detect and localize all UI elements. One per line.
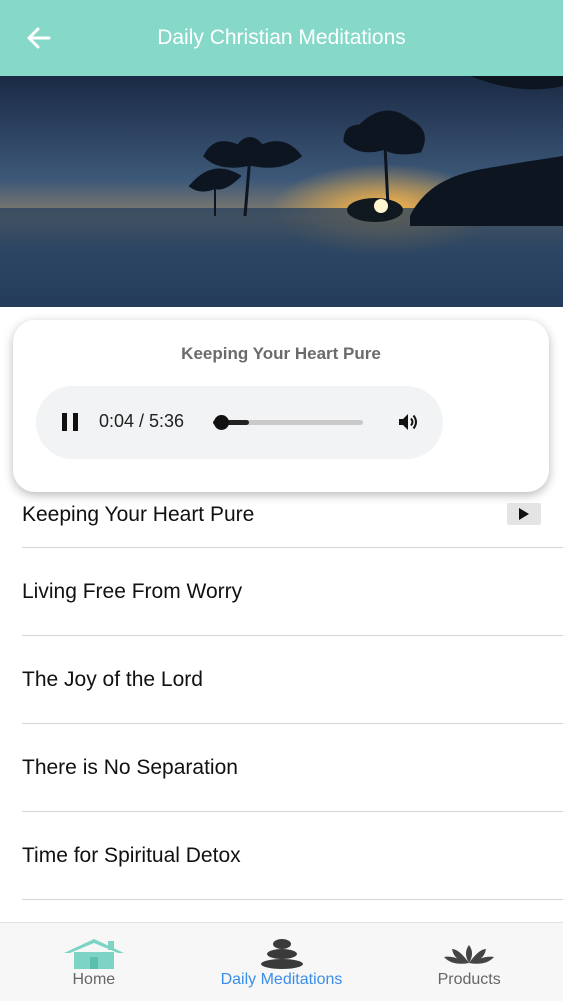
nav-meditations-label: Daily Meditations bbox=[220, 971, 343, 988]
audio-controls: 0:04 / 5:36 bbox=[36, 386, 443, 459]
play-button[interactable] bbox=[507, 503, 541, 525]
audio-player-card: Keeping Your Heart Pure 0:04 / 5:36 bbox=[13, 320, 549, 492]
nav-home-label: Home bbox=[72, 971, 116, 988]
pause-icon bbox=[62, 413, 67, 431]
meditation-title: Living Free From Worry bbox=[22, 579, 243, 603]
nav-home[interactable]: Home bbox=[0, 923, 188, 1001]
meditation-title: There is No Separation bbox=[22, 755, 238, 779]
pause-icon-bar bbox=[73, 413, 78, 431]
bottom-navigation: Home Daily Meditations Products bbox=[0, 922, 563, 1001]
player-title: Keeping Your Heart Pure bbox=[181, 344, 381, 363]
hero-image bbox=[0, 76, 563, 307]
nav-products-label: Products bbox=[437, 971, 501, 988]
meditation-title: Time for Spiritual Detox bbox=[22, 843, 241, 867]
app-header: Daily Christian Meditations bbox=[0, 0, 563, 76]
seek-thumb[interactable] bbox=[213, 415, 229, 430]
meditation-stones-icon bbox=[259, 935, 305, 969]
meditation-title: The Joy of the Lord bbox=[22, 667, 203, 691]
meditation-list: Keeping Your Heart Pure Living Free From… bbox=[0, 490, 563, 900]
list-item[interactable]: Time for Spiritual Detox bbox=[22, 812, 563, 900]
volume-icon bbox=[399, 414, 417, 430]
list-item[interactable]: Keeping Your Heart Pure bbox=[22, 490, 563, 548]
list-item[interactable]: Living Free From Worry bbox=[22, 548, 563, 636]
seek-slider[interactable] bbox=[213, 415, 363, 430]
arrow-left-icon bbox=[27, 27, 51, 49]
back-button[interactable] bbox=[22, 20, 56, 56]
list-item[interactable]: There is No Separation bbox=[22, 724, 563, 812]
pause-button[interactable] bbox=[62, 413, 78, 431]
playback-time: 0:04 / 5:36 bbox=[99, 411, 185, 431]
list-item[interactable]: The Joy of the Lord bbox=[22, 636, 563, 724]
lotus-icon bbox=[442, 935, 496, 969]
house-icon bbox=[62, 935, 126, 969]
volume-button[interactable] bbox=[396, 410, 420, 434]
nav-daily-meditations[interactable]: Daily Meditations bbox=[188, 923, 376, 1001]
page-title: Daily Christian Meditations bbox=[157, 26, 406, 49]
meditation-title: Keeping Your Heart Pure bbox=[22, 503, 255, 526]
nav-products[interactable]: Products bbox=[375, 923, 563, 1001]
